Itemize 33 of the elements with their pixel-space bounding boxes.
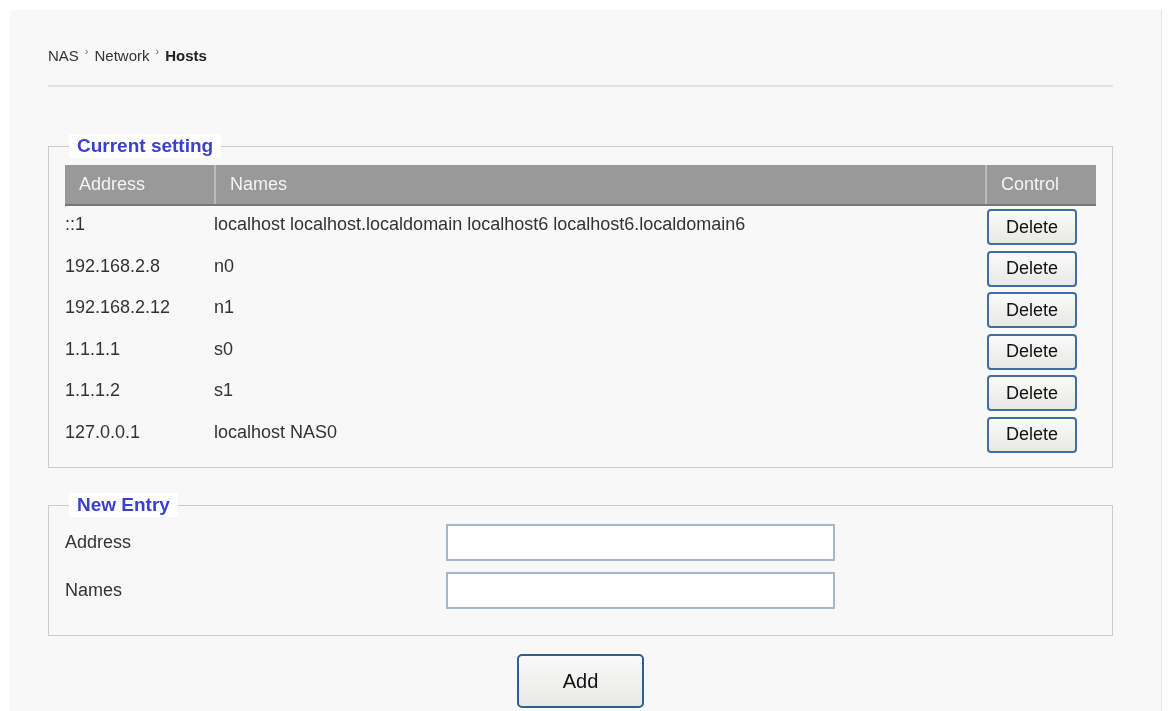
breadcrumb-link[interactable]: Network bbox=[94, 46, 150, 64]
table-cell-text: s0 bbox=[214, 337, 234, 360]
table-cell-text: 1.1.1.1 bbox=[65, 337, 122, 360]
field-label: Address bbox=[65, 532, 133, 553]
delete-button[interactable]: Delete bbox=[987, 292, 1077, 328]
delete-button[interactable]: Delete bbox=[987, 333, 1077, 370]
column-header: Names bbox=[214, 165, 985, 204]
input-field[interactable] bbox=[446, 572, 835, 609]
add-button[interactable]: Add bbox=[517, 654, 644, 708]
delete-button[interactable]: Delete bbox=[987, 209, 1077, 245]
table-cell-text: ::1 bbox=[65, 213, 86, 235]
table-cell-text: n1 bbox=[214, 296, 236, 318]
breadcrumb-link[interactable]: NAS bbox=[48, 46, 79, 64]
column-header: Control bbox=[985, 165, 1096, 204]
breadcrumb-current: Hosts bbox=[165, 46, 207, 64]
delete-button[interactable]: Delete bbox=[987, 250, 1077, 287]
delete-button[interactable]: Delete bbox=[987, 375, 1077, 411]
column-header: Address bbox=[78, 173, 147, 196]
section-title: New Entry bbox=[69, 493, 178, 517]
table-cell-text: 1.1.1.2 bbox=[65, 379, 122, 401]
field-label: Names bbox=[65, 580, 123, 601]
input-field[interactable] bbox=[446, 524, 835, 561]
delete-button[interactable]: Delete bbox=[987, 416, 1077, 453]
table-cell-text: localhost NAS0 bbox=[214, 420, 339, 443]
table-cell-text: 127.0.0.1 bbox=[65, 420, 142, 443]
table-cell-text: s1 bbox=[214, 379, 234, 401]
table-cell-text: 192.168.2.12 bbox=[65, 296, 172, 318]
table-cell-text: localhost localhost.localdomain localhost6 localhost6.localdomain6 bbox=[214, 213, 747, 235]
chevron-icon: › bbox=[84, 45, 89, 57]
chevron-icon: › bbox=[155, 45, 160, 57]
section-title: Current setting bbox=[69, 134, 222, 158]
table-cell-text: 192.168.2.8 bbox=[65, 254, 162, 277]
table-cell-text: n0 bbox=[214, 254, 236, 277]
